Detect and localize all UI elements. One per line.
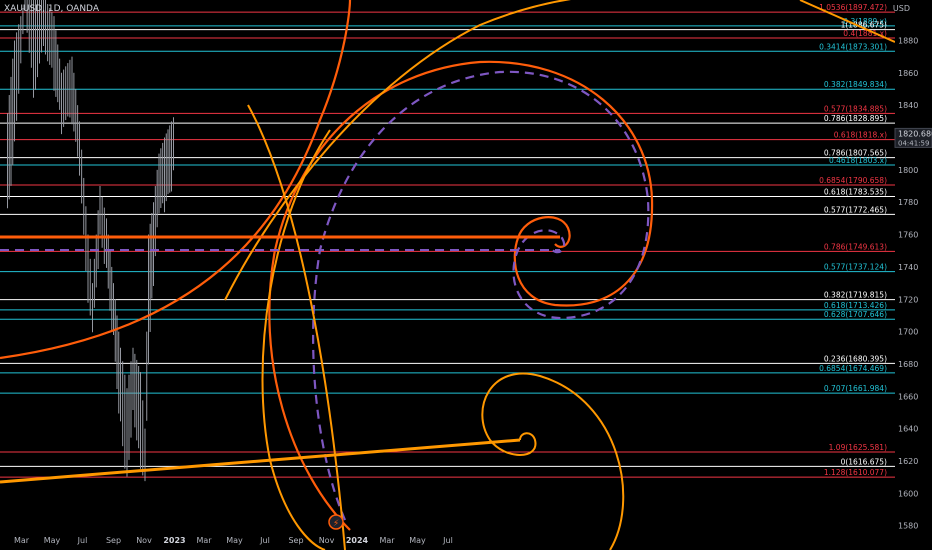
fib-level-label: 1.09(1625.581) [829, 443, 887, 452]
fib-level-label: 0.6854(1790.658) [819, 176, 887, 185]
y-tick-label: 1720 [898, 295, 918, 304]
y-tick-label: 1760 [898, 231, 918, 240]
y-tick-label: 1680 [898, 360, 918, 369]
fib-spiral-upper-orange[interactable] [224, 0, 680, 301]
x-tick-label: Nov [319, 536, 335, 545]
fib-level-label: 0.236(1680.395) [824, 354, 887, 363]
fib-level-label: 0.618(1783.535) [824, 187, 887, 196]
currency-label: USD [892, 4, 910, 13]
y-tick-label: 1580 [898, 522, 918, 531]
fib-level-label: 0.707(1661.984) [824, 384, 887, 393]
svg-text:⚡: ⚡ [333, 519, 339, 529]
y-tick-label: 1740 [898, 263, 918, 272]
fib-levels-group: 1.0536(1897.472)0.3(1889.x)1(1886.675)0.… [0, 3, 895, 478]
x-tick-label: Nov [136, 536, 152, 545]
y-tick-label: 1660 [898, 392, 918, 401]
y-tick-label: 1600 [898, 489, 918, 498]
chart-area[interactable]: 1.0536(1897.472) 0.3(1889.x) 1(1886.675) 0.… [0, 0, 932, 550]
fib-level-label: 0.3414(1873.301) [819, 42, 887, 51]
x-tick-label: Jul [77, 536, 88, 545]
price-axis[interactable]: 1580 1600 1620 1640 1660 1680 1700 1720 1740 1760… [894, 0, 932, 550]
y-tick-label: 1840 [898, 101, 918, 110]
price-series-group [7, 0, 174, 482]
fib-level-label: 0.786(1749.613) [824, 242, 887, 251]
fib-level-label: 1.0536(1897.472) [819, 3, 887, 12]
x-tick-label: Jul [442, 536, 453, 545]
fib-level-label: 0.577(1834.885) [824, 104, 887, 113]
y-tick-label: 1880 [898, 36, 918, 45]
trend-line-rising-orange[interactable] [0, 438, 521, 484]
x-tick-label: 2024 [346, 536, 369, 545]
x-tick-label: Mar [14, 536, 30, 545]
fib-level-label: 0(1616.675) [841, 457, 887, 466]
fib-level-label: 0.382(1849.834) [824, 80, 887, 89]
x-tick-label: May [44, 536, 61, 545]
fib-level-label: 0.786(1828.895) [824, 114, 887, 123]
fib-level-label: 0.4618(1803.x) [829, 156, 887, 165]
x-tick-label: Sep [288, 536, 303, 545]
price-tag-value: 1820.680 [898, 129, 932, 138]
fib-spiral-large-orange[interactable] [0, 0, 352, 360]
fib-arc-vertical-orange[interactable] [261, 129, 331, 550]
y-tick-label: 1860 [898, 69, 918, 78]
fib-level-label: 0.382(1719.815) [824, 291, 887, 300]
x-tick-label: May [226, 536, 243, 545]
y-tick-label: 1620 [898, 457, 918, 466]
y-tick-label: 1700 [898, 328, 918, 337]
y-tick-label: 1640 [898, 425, 918, 434]
x-tick-label: May [409, 536, 426, 545]
x-tick-label: Jul [259, 536, 270, 545]
time-axis[interactable]: Mar May Jul Sep Nov 2023 Mar May Jul Sep Nov 2024 Ma… [14, 536, 453, 545]
y-tick-label: 1800 [898, 166, 918, 175]
symbol-title: XAUUSD, 1D, OANDA [4, 4, 99, 14]
spiral-drawings-group[interactable] [0, 0, 896, 550]
x-tick-label: Mar [379, 536, 395, 545]
fib-level-label: 0.618(1713.426) [824, 301, 887, 310]
chart-canvas[interactable]: 1.0536(1897.472)0.3(1889.x)1(1886.675)0.… [0, 0, 932, 550]
x-tick-label: Sep [106, 536, 121, 545]
x-tick-label: Mar [196, 536, 212, 545]
tradingview-logo: ⚡ [328, 514, 344, 530]
y-tick-label: 1780 [898, 198, 918, 207]
fib-level-label: 0.577(1772.465) [824, 205, 887, 214]
price-tag-countdown: 04:41:59 [898, 139, 929, 147]
fib-level-label: 0.618(1818.x) [834, 131, 887, 140]
price-axis-background [895, 0, 932, 550]
fib-level-label: 0.6854(1674.469) [819, 364, 887, 373]
x-tick-label: 2023 [163, 536, 185, 545]
fib-level-label: 0.628(1707.646) [824, 310, 887, 319]
fib-level-label: 0.577(1737.124) [824, 263, 887, 272]
fib-level-label: 1.128(1610.077) [824, 468, 887, 477]
